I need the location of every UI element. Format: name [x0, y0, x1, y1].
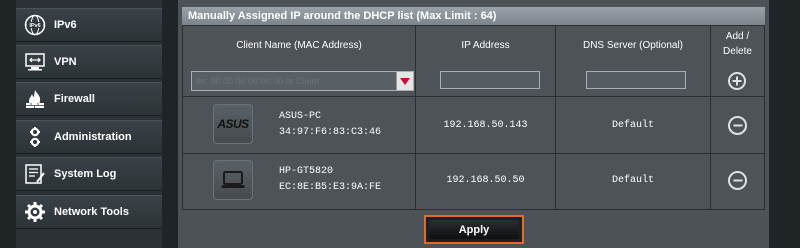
main-panel: Manually Assigned IP around the DHCP lis…: [178, 0, 769, 248]
laptop-icon: [213, 160, 253, 200]
dhcp-static-list-table: Client Name (MAC Address) IP Address DNS…: [182, 25, 765, 210]
sidebar-item-label: IPv6: [54, 19, 77, 31]
minus-icon: [733, 179, 742, 182]
ip-address-input[interactable]: [440, 71, 540, 89]
column-header-add-label: Add /: [725, 31, 750, 42]
ip-address-value: 192.168.50.50: [446, 175, 525, 186]
vpn-icon: [24, 51, 46, 73]
delete-entry-button[interactable]: [728, 116, 747, 135]
column-header-ip: IP Address: [461, 40, 510, 51]
firewall-icon: [24, 88, 46, 110]
apply-button[interactable]: Apply: [429, 220, 519, 239]
client-name: ASUS-PC: [279, 111, 322, 122]
add-entry-button[interactable]: [728, 72, 746, 90]
client-select-placeholder: ex: 00:00:00:00:00:00 or Client: [196, 76, 320, 86]
system-log-icon: [24, 163, 46, 185]
sidebar-item-label: VPN: [54, 56, 77, 68]
minus-icon: [733, 124, 742, 127]
dns-server-value: Default: [611, 175, 654, 186]
administration-icon: [24, 126, 46, 148]
sidebar-item-label: Firewall: [54, 93, 95, 105]
ipv6-icon: IPv6: [24, 14, 46, 36]
client-mac: EC:8E:B5:E3:9A:FE: [279, 182, 382, 193]
dns-server-input[interactable]: [586, 71, 686, 89]
sidebar-item-label: System Log: [54, 168, 117, 180]
asus-logo-icon: ASUS: [213, 104, 253, 144]
apply-button-highlight: Apply: [424, 215, 524, 244]
plus-icon: [732, 76, 742, 86]
column-header-client: Client Name (MAC Address): [236, 40, 362, 51]
dns-server-value: Default: [611, 120, 654, 131]
svg-text:ASUS: ASUS: [216, 117, 249, 131]
svg-text:IPv6: IPv6: [29, 23, 40, 29]
sidebar-item-system-log[interactable]: System Log: [16, 157, 162, 191]
column-header-add-delete: Add / Delete: [711, 31, 764, 57]
client-mac: 34:97:F6:83:C3:46: [279, 127, 382, 138]
sidebar-item-label: Network Tools: [54, 206, 129, 218]
section-title: Manually Assigned IP around the DHCP lis…: [182, 7, 765, 25]
network-tools-icon: [24, 201, 46, 223]
sidebar-item-administration[interactable]: Administration: [16, 120, 162, 154]
column-header-dns: DNS Server (Optional): [582, 40, 684, 51]
ip-address-value: 192.168.50.143: [443, 120, 528, 131]
sidebar-item-vpn[interactable]: VPN: [16, 45, 162, 79]
client-select[interactable]: ex: 00:00:00:00:00:00 or Client: [191, 71, 414, 91]
sidebar-item-firewall[interactable]: Firewall: [16, 82, 162, 116]
client-name: HP-GT5820: [279, 166, 334, 177]
sidebar: IPv6 IPv6 VPN Firewall Administration Sy…: [16, 0, 162, 248]
delete-entry-button[interactable]: [728, 171, 747, 190]
column-header-delete-label: Delete: [723, 46, 752, 57]
sidebar-item-label: Administration: [54, 131, 132, 143]
chevron-down-icon[interactable]: [396, 72, 413, 90]
sidebar-item-network-tools[interactable]: Network Tools: [16, 195, 162, 229]
sidebar-item-ipv6[interactable]: IPv6 IPv6: [16, 8, 162, 42]
